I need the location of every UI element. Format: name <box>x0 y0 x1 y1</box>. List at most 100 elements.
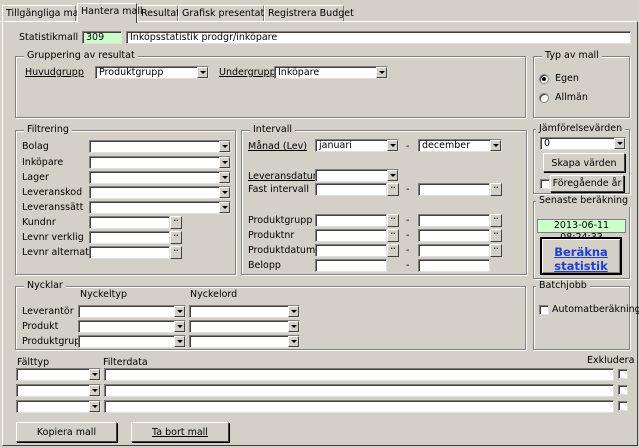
manad-from-select[interactable]: januari <box>315 139 399 152</box>
filter-bolag-select[interactable] <box>89 140 231 153</box>
gruppering-title: Gruppering av resultat <box>24 50 138 62</box>
skapa-varden-button[interactable]: Skapa värden <box>543 153 625 172</box>
kundnr-browse-button[interactable]: ·· <box>170 216 182 229</box>
chevron-down-icon[interactable] <box>89 385 100 396</box>
tab-hantera-mall[interactable]: Hantera mall <box>77 3 143 23</box>
chevron-down-icon[interactable] <box>219 187 230 198</box>
chevron-down-icon[interactable] <box>288 321 299 332</box>
falttyp-select-2[interactable] <box>16 384 101 397</box>
huvudgrupp-select[interactable]: Produktgrupp <box>95 66 209 79</box>
tab-resultat[interactable]: Resultat <box>137 5 180 21</box>
produktgrupp-from-browse-button[interactable]: ·· <box>387 214 399 227</box>
belopp-to-field[interactable] <box>418 259 490 272</box>
filter-lager-select[interactable] <box>89 171 231 184</box>
fast-intervall-from-field[interactable] <box>315 183 387 196</box>
statistikmall-name-field[interactable]: Inköpsstatistik prodgr/inköpare <box>126 31 631 44</box>
fast-intervall-to-browse-button[interactable]: ·· <box>490 183 502 196</box>
filter-levnr-verklig-label: Levnr verklig <box>22 232 84 243</box>
nycklar-title: Nycklar <box>24 280 66 292</box>
fast-intervall-to-field[interactable] <box>418 183 490 196</box>
chevron-down-icon[interactable] <box>219 172 230 183</box>
produktnr-from-browse-button[interactable]: ·· <box>387 229 399 242</box>
jamforelse-select[interactable]: 0 <box>540 137 626 150</box>
chevron-down-icon[interactable] <box>614 138 625 149</box>
tab-grafisk-presentation[interactable]: Grafisk presentation <box>178 5 279 21</box>
leveransdatum-select[interactable] <box>315 169 399 182</box>
nyckel-produkt-ord-select[interactable] <box>189 320 300 333</box>
automatberakning-checkbox[interactable] <box>539 305 549 315</box>
produktdatum-to-browse-button[interactable]: ·· <box>490 244 502 257</box>
chevron-down-icon[interactable] <box>89 401 100 412</box>
filter-leveranssatt-label: Leveranssätt <box>22 202 84 213</box>
produktnr-label: Produktnr <box>248 230 295 241</box>
belopp-label: Belopp <box>248 260 281 271</box>
nyckel-leverantor-typ-select[interactable] <box>78 305 186 318</box>
levnr-verklig-browse-button[interactable]: ·· <box>170 231 182 244</box>
belopp-from-field[interactable] <box>315 259 387 272</box>
filter-inkopare-select[interactable] <box>89 156 231 169</box>
chevron-down-icon[interactable] <box>174 336 185 347</box>
produktdatum-label: Produktdatum <box>248 245 316 256</box>
nyckel-produktgrupp-ord-select[interactable] <box>189 335 300 348</box>
produktgrupp-from-field[interactable] <box>315 214 387 227</box>
exkludera-checkbox-2[interactable] <box>618 385 628 395</box>
chevron-down-icon[interactable] <box>288 306 299 317</box>
foregaende-ar-button[interactable]: Föregående år <box>550 175 624 192</box>
ta-bort-mall-button[interactable]: Ta bort mall <box>131 422 229 442</box>
filter-leveranskod-select[interactable] <box>89 186 231 199</box>
chevron-down-icon[interactable] <box>219 202 230 213</box>
produktdatum-from-browse-button[interactable]: ·· <box>387 244 399 257</box>
nyckel-leverantor-ord-select[interactable] <box>189 305 300 318</box>
filter-leveranssatt-select[interactable] <box>89 201 231 214</box>
chevron-down-icon[interactable] <box>89 369 100 380</box>
chevron-down-icon[interactable] <box>219 157 230 168</box>
tab-tillgangliga-mallar[interactable]: Tillgängliga mallar <box>2 5 94 21</box>
exkludera-checkbox-3[interactable] <box>618 401 628 411</box>
chevron-down-icon[interactable] <box>174 321 185 332</box>
filter-kundnr-field[interactable] <box>89 216 170 229</box>
filter-lager-label: Lager <box>22 172 49 183</box>
filterdata-field-2[interactable] <box>104 384 614 397</box>
egen-radio[interactable] <box>539 74 549 84</box>
falttyp-select-1[interactable] <box>16 368 101 381</box>
levnr-alternativ-browse-button[interactable]: ·· <box>170 246 182 259</box>
filterdata-field-1[interactable] <box>104 368 614 381</box>
filter-levnr-verklig-field[interactable] <box>89 231 170 244</box>
produktnr-dash: - <box>406 230 410 241</box>
filter-levnr-alternativ-field[interactable] <box>89 246 170 259</box>
produktgrupp-to-browse-button[interactable]: ·· <box>490 214 502 227</box>
undergrupp-label: Undergrupp <box>219 67 276 78</box>
intervall-title: Intervall <box>250 124 296 136</box>
filterdata-field-3[interactable] <box>104 400 614 413</box>
chevron-down-icon[interactable] <box>219 141 230 152</box>
manad-to-select[interactable]: december <box>418 139 502 152</box>
huvudgrupp-value: Produktgrupp <box>99 67 164 78</box>
falttyp-select-3[interactable] <box>16 400 101 413</box>
produktdatum-from-field[interactable] <box>315 244 387 257</box>
undergrupp-select[interactable]: Inköpare <box>274 66 388 79</box>
produktdatum-dash: - <box>406 245 410 256</box>
chevron-down-icon[interactable] <box>197 67 208 78</box>
statistikmall-code-field[interactable]: 309 <box>82 31 122 44</box>
manad-range-dash: - <box>406 141 410 152</box>
allman-radio[interactable] <box>539 93 549 103</box>
nyckel-produkt-typ-select[interactable] <box>78 320 186 333</box>
produktdatum-to-field[interactable] <box>418 244 490 257</box>
chevron-down-icon[interactable] <box>174 306 185 317</box>
produktnr-to-browse-button[interactable]: ·· <box>490 229 502 242</box>
produktnr-from-field[interactable] <box>315 229 387 242</box>
foregaende-ar-checkbox[interactable] <box>540 179 550 189</box>
produktnr-to-field[interactable] <box>418 229 490 242</box>
chevron-down-icon[interactable] <box>387 140 398 151</box>
produktgrupp-to-field[interactable] <box>418 214 490 227</box>
nyckel-produktgrupp-typ-select[interactable] <box>78 335 186 348</box>
kopiera-mall-button[interactable]: Kopiera mall <box>16 422 117 442</box>
chevron-down-icon[interactable] <box>387 170 398 181</box>
chevron-down-icon[interactable] <box>288 336 299 347</box>
fast-intervall-from-browse-button[interactable]: ·· <box>387 183 399 196</box>
chevron-down-icon[interactable] <box>376 67 387 78</box>
exkludera-checkbox-1[interactable] <box>618 369 628 379</box>
tab-registrera-budget[interactable]: Registrera Budget <box>264 5 354 21</box>
berakna-statistik-button[interactable]: Beräkna statistik <box>540 237 622 275</box>
chevron-down-icon[interactable] <box>490 140 501 151</box>
